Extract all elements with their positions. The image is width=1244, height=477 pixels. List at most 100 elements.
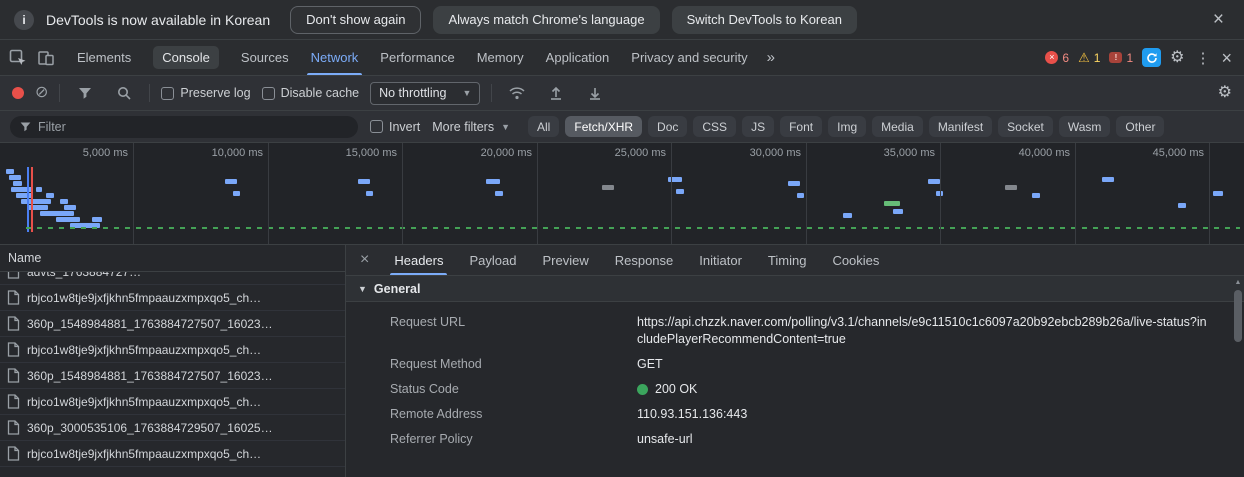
- device-toolbar-icon[interactable]: [32, 45, 60, 71]
- scrollbar-thumb[interactable]: [1234, 290, 1242, 342]
- more-filters-button[interactable]: More filters ▼: [432, 120, 510, 134]
- filter-funnel-icon[interactable]: [71, 80, 99, 106]
- waterfall-bar: [1005, 185, 1017, 190]
- preserve-log-label: Preserve log: [180, 86, 251, 100]
- request-row[interactable]: 360p_1548984881_1763884727507_16023…: [0, 363, 345, 389]
- dont-show-again-button[interactable]: Don't show again: [290, 5, 422, 34]
- import-har-icon[interactable]: [581, 80, 609, 106]
- warning-icon: ⚠: [1078, 50, 1090, 65]
- filter-chip-doc[interactable]: Doc: [648, 116, 688, 137]
- infobar-close-icon[interactable]: ×: [1207, 10, 1230, 29]
- filter-chip-all[interactable]: All: [528, 116, 560, 137]
- filter-chip-other[interactable]: Other: [1116, 116, 1165, 137]
- field-label: Request URL: [390, 315, 466, 329]
- preserve-log-checkbox[interactable]: Preserve log: [161, 86, 251, 100]
- waterfall-bar: [60, 199, 68, 204]
- waterfall-bar: [233, 191, 240, 196]
- field-label: Status Code: [390, 382, 459, 396]
- field-value: 110.93.151.136:443: [637, 407, 748, 421]
- details-scrollbar[interactable]: ▲: [1233, 278, 1243, 475]
- network-settings-gear-icon[interactable]: ⚙: [1218, 85, 1232, 101]
- filter-chip-fetch-xhr[interactable]: Fetch/XHR: [565, 116, 643, 137]
- detail-tab-preview[interactable]: Preview: [529, 245, 601, 275]
- request-row[interactable]: 360p_3000535106_1763884729507_16025…: [0, 415, 345, 441]
- request-row[interactable]: rbjco1w8tje9jxfjkhn5fmpaauzxmpxqo5_ch…: [0, 337, 345, 363]
- filter-chip-img[interactable]: Img: [828, 116, 867, 137]
- error-count: 6: [1062, 50, 1070, 65]
- timeline-tick-label: 5,000 ms: [82, 147, 128, 159]
- settings-gear-icon[interactable]: ⚙: [1170, 49, 1184, 66]
- field-label: Remote Address: [390, 407, 483, 421]
- request-row[interactable]: advts_1763884727…: [0, 272, 345, 285]
- waterfall-bar: [928, 179, 940, 184]
- detail-tab-cookies[interactable]: Cookies: [819, 245, 892, 275]
- tab-privacy-and-security[interactable]: Privacy and security: [620, 40, 758, 75]
- toolbar-separator: [491, 84, 493, 102]
- match-chrome-language-button[interactable]: Always match Chrome's language: [433, 5, 660, 34]
- timeline-gridline: [1209, 143, 1210, 244]
- waterfall-bar: [366, 191, 373, 196]
- detail-tab-response[interactable]: Response: [602, 245, 687, 275]
- waterfall-bar: [56, 217, 80, 222]
- field-value: GET: [637, 357, 663, 371]
- tab-sources[interactable]: Sources: [230, 40, 300, 75]
- waterfall-bar: [797, 193, 804, 198]
- tabbar-right-controls: × 6 ⚠ 1 ! 1 ⚙ ⋮ ×: [1045, 48, 1240, 67]
- general-section-header[interactable]: ▼ General: [346, 276, 1244, 302]
- disable-cache-checkbox[interactable]: Disable cache: [261, 86, 359, 100]
- request-row[interactable]: rbjco1w8tje9jxfjkhn5fmpaauzxmpxqo5_ch…: [0, 285, 345, 311]
- scroll-up-icon[interactable]: ▲: [1233, 278, 1243, 288]
- detail-tab-timing[interactable]: Timing: [755, 245, 820, 275]
- error-badge[interactable]: × 6: [1045, 51, 1069, 65]
- filter-input-box[interactable]: [10, 115, 358, 138]
- filter-input[interactable]: [38, 119, 349, 134]
- more-tabs-icon[interactable]: »: [759, 49, 783, 66]
- record-icon[interactable]: [12, 87, 24, 99]
- close-details-icon[interactable]: ×: [356, 252, 381, 268]
- search-icon[interactable]: [110, 80, 138, 106]
- name-column-header[interactable]: Name: [0, 245, 345, 272]
- switch-devtools-korean-button[interactable]: Switch DevTools to Korean: [671, 5, 857, 34]
- throttling-select[interactable]: No throttling ▼: [370, 81, 481, 105]
- tab-performance[interactable]: Performance: [369, 40, 465, 75]
- request-row[interactable]: rbjco1w8tje9jxfjkhn5fmpaauzxmpxqo5_ch…: [0, 441, 345, 467]
- network-overview-timeline[interactable]: 5,000 ms 10,000 ms 15,000 ms 20,000 ms 25,00…: [0, 143, 1244, 245]
- request-row[interactable]: 360p_1548984881_1763884727507_16023…: [0, 311, 345, 337]
- tab-label: Application: [545, 50, 610, 65]
- filter-chip-manifest[interactable]: Manifest: [928, 116, 993, 137]
- export-har-icon[interactable]: [542, 80, 570, 106]
- tab-application[interactable]: Application: [535, 40, 621, 75]
- filter-chip-font[interactable]: Font: [780, 116, 823, 137]
- field-label: Referrer Policy: [390, 432, 473, 446]
- more-options-icon[interactable]: ⋮: [1193, 49, 1212, 67]
- request-row[interactable]: rbjco1w8tje9jxfjkhn5fmpaauzxmpxqo5_ch…: [0, 389, 345, 415]
- waterfall-bar: [884, 201, 900, 206]
- detail-tab-payload[interactable]: Payload: [456, 245, 529, 275]
- tab-memory[interactable]: Memory: [466, 40, 535, 75]
- timeline-tick-label: 20,000 ms: [480, 147, 532, 159]
- filter-chip-wasm[interactable]: Wasm: [1058, 116, 1111, 137]
- filter-chip-css[interactable]: CSS: [693, 116, 737, 137]
- filter-chip-media[interactable]: Media: [872, 116, 923, 137]
- issues-badge[interactable]: ! 1: [1109, 51, 1133, 65]
- tab-network[interactable]: Network: [300, 40, 370, 75]
- network-conditions-icon[interactable]: [503, 80, 531, 106]
- waterfall-bar: [92, 217, 102, 222]
- devtools-close-icon[interactable]: ×: [1221, 49, 1232, 67]
- warning-badge[interactable]: ⚠ 1: [1078, 51, 1100, 65]
- waterfall-bar: [6, 169, 14, 174]
- clear-icon[interactable]: ⊘: [35, 85, 48, 101]
- detail-tab-headers[interactable]: Headers: [381, 245, 456, 275]
- filter-chip-js[interactable]: JS: [742, 116, 775, 137]
- general-fields: Request URL https://api.chzzk.naver.com/p…: [346, 302, 1244, 452]
- invert-checkbox[interactable]: Invert: [370, 120, 420, 134]
- detail-tab-initiator[interactable]: Initiator: [686, 245, 755, 275]
- tab-elements[interactable]: Elements: [66, 40, 142, 75]
- timeline-tick-label: 35,000 ms: [883, 147, 935, 159]
- extension-sync-icon[interactable]: [1142, 48, 1162, 67]
- detail-tabs-inner: Headers Payload Preview Response Initiator Ti…: [381, 245, 892, 275]
- filter-chip-socket[interactable]: Socket: [998, 116, 1053, 137]
- inspect-element-icon[interactable]: [4, 45, 32, 71]
- tab-console[interactable]: Console: [142, 40, 230, 75]
- warning-count: 1: [1093, 50, 1101, 65]
